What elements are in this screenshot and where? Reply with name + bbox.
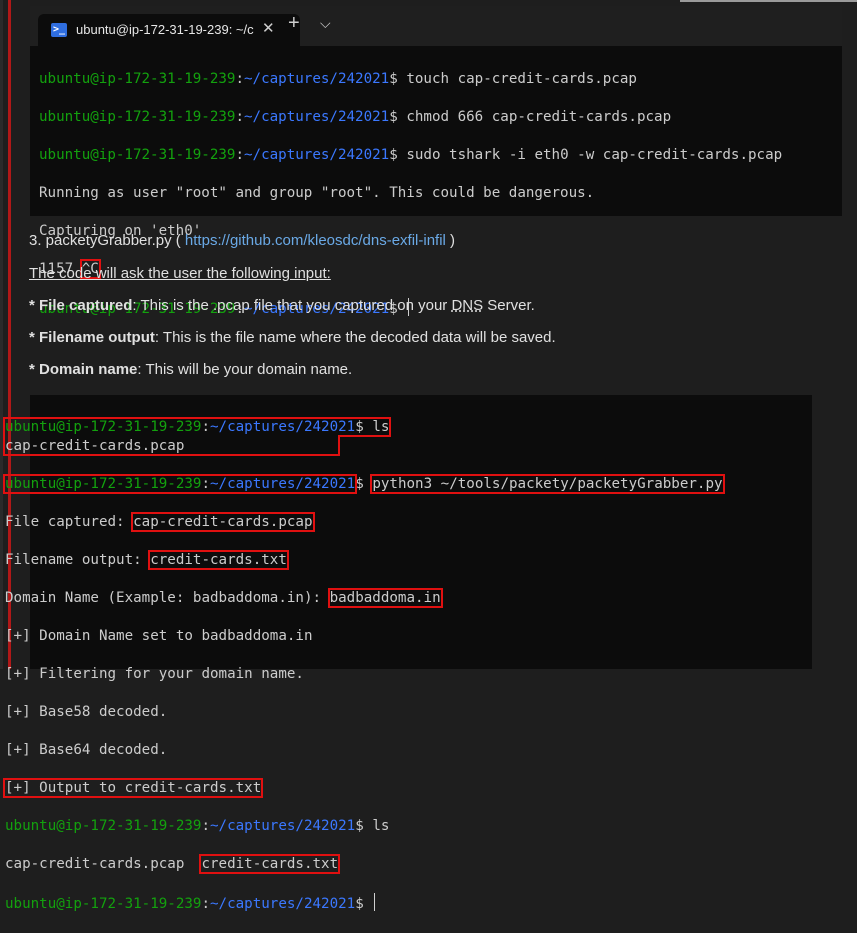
field-filename-output: * Filename output: This is the file name… [29, 329, 556, 346]
terminal-window-1: >_ ubuntu@ip-172-31-19-239: ~/c ✕ + ⌵ ub… [30, 6, 842, 317]
terminal-line: ubuntu@ip-172-31-19-239:~/captures/24202… [2, 474, 725, 494]
output-highlight: [+] Output to credit-cards.txt [2, 778, 264, 798]
text-cursor [374, 893, 376, 911]
terminal-line: ubuntu@ip-172-31-19-239:~/captures/24202… [5, 893, 723, 914]
terminal-line: [+] Base64 decoded. [5, 742, 168, 758]
top-divider [680, 0, 857, 2]
command-text: $ sudo tshark -i eth0 -w cap-credit-card… [389, 147, 783, 163]
ls-highlight: ubuntu@ip-172-31-19-239:~/captures/24202… [2, 417, 392, 456]
prompt-user: ubuntu@ip-172-31-19-239 [5, 896, 202, 912]
terminal-line: [+] Output to credit-cards.txt [2, 778, 723, 798]
input-value-highlight: cap-credit-cards.pcap [131, 512, 315, 532]
prompt-user: ubuntu@ip-172-31-19-239 [5, 476, 202, 492]
terminal-line: Filename output: credit-cards.txt [5, 550, 723, 570]
input-label: Domain Name (Example: badbaddoma.in): [5, 590, 330, 606]
terminal-line: ubuntu@ip-172-31-19-239:~/captures/24202… [39, 147, 783, 163]
prompt-end: $ [355, 476, 373, 492]
prompt-user: ubuntu@ip-172-31-19-239 [39, 71, 236, 87]
terminal-line: Domain Name (Example: badbaddoma.in): ba… [5, 588, 723, 608]
terminal-line: ubuntu@ip-172-31-19-239:~/captures/24202… [5, 818, 390, 834]
input-value-highlight: badbaddoma.in [327, 588, 443, 608]
prompt-path: ~/captures/242021 [210, 476, 356, 492]
file-listing: cap-credit-cards.pcap [5, 438, 185, 454]
intro-text: The code will ask the user the following… [29, 265, 331, 282]
field-name: Domain name [39, 361, 138, 378]
prompt-path: ~/captures/242021 [210, 419, 356, 435]
list-item-3: 3. packetyGrabber.py ( https://github.co… [29, 232, 455, 249]
file-listing: cap-credit-cards.pcap [5, 856, 202, 872]
command-text: $ ls [355, 419, 390, 435]
prompt-highlight: ubuntu@ip-172-31-19-239:~/captures/24202… [2, 474, 358, 494]
field-name: File captured [39, 297, 133, 314]
item-suffix: ) [445, 232, 456, 249]
prompt-path: ~/captures/242021 [244, 71, 390, 87]
command-text: $ ls [355, 818, 390, 834]
bullet-star: * [29, 361, 40, 378]
output-file-highlight: credit-cards.txt [199, 854, 341, 874]
prompt-user: ubuntu@ip-172-31-19-239 [39, 147, 236, 163]
prompt-path: ~/captures/242021 [244, 147, 390, 163]
field-desc: : This will be your domain name. [137, 361, 353, 378]
bullet-star: * [29, 297, 40, 314]
prompt-user: ubuntu@ip-172-31-19-239 [5, 419, 202, 435]
command-text: $ touch cap-credit-cards.pcap [389, 71, 637, 87]
prompt-path: ~/captures/242021 [210, 818, 356, 834]
field-desc: : This is the .pcap file that you captur… [132, 297, 452, 314]
terminal-line: ubuntu@ip-172-31-19-239:~/captures/24202… [2, 417, 723, 456]
bullet-star: * [29, 329, 40, 346]
prompt-end: $ [355, 896, 373, 912]
terminal-line: [+] Filtering for your domain name. [5, 666, 304, 682]
dns-term: DNS [451, 297, 484, 314]
input-label: Filename output: [5, 552, 151, 568]
terminal-icon: >_ [51, 23, 67, 37]
new-tab-icon[interactable]: + [288, 12, 300, 35]
item-prefix: 3. packetyGrabber.py ( [29, 232, 185, 249]
input-value-highlight: credit-cards.txt [148, 550, 289, 570]
terminal-line: cap-credit-cards.pcap credit-cards.txt [5, 854, 723, 874]
field-name: Filename output [39, 329, 155, 346]
chevron-down-icon[interactable]: ⌵ [320, 15, 331, 32]
field-desc: : This is the file name where the decode… [154, 329, 556, 346]
command-text: $ chmod 666 cap-credit-cards.pcap [389, 109, 672, 125]
tab-title: ubuntu@ip-172-31-19-239: ~/c [76, 22, 254, 37]
python-command-highlight: python3 ~/tools/packety/packetyGrabber.p… [370, 474, 725, 494]
input-label: File captured: [5, 514, 134, 530]
prompt-path: ~/captures/242021 [210, 896, 356, 912]
terminal-line: ubuntu@ip-172-31-19-239:~/captures/24202… [39, 71, 637, 87]
terminal-tab[interactable]: >_ ubuntu@ip-172-31-19-239: ~/c ✕ [38, 14, 300, 46]
prompt-user: ubuntu@ip-172-31-19-239 [39, 109, 236, 125]
close-icon[interactable]: ✕ [262, 19, 275, 37]
terminal-line: [+] Domain Name set to badbaddoma.in [5, 628, 313, 644]
field-desc-end: Server. [483, 297, 535, 314]
prompt-path: ~/captures/242021 [244, 109, 390, 125]
terminal-line: Running as user "root" and group "root".… [39, 185, 595, 201]
terminal-output-2[interactable]: ubuntu@ip-172-31-19-239:~/captures/24202… [2, 399, 725, 933]
terminal-line: ubuntu@ip-172-31-19-239:~/captures/24202… [39, 109, 672, 125]
field-file-captured: * File captured: This is the .pcap file … [29, 297, 535, 314]
terminal-titlebar: >_ ubuntu@ip-172-31-19-239: ~/c ✕ + ⌵ [30, 6, 842, 46]
page-left-edge [0, 0, 3, 669]
terminal-line: File captured: cap-credit-cards.pcap [5, 512, 723, 532]
terminal-line: [+] Base58 decoded. [5, 704, 168, 720]
prompt-user: ubuntu@ip-172-31-19-239 [5, 818, 202, 834]
github-link[interactable]: https://github.com/kleosdc/dns-exfil-inf… [185, 232, 446, 249]
field-domain-name: * Domain name: This will be your domain … [29, 361, 352, 378]
